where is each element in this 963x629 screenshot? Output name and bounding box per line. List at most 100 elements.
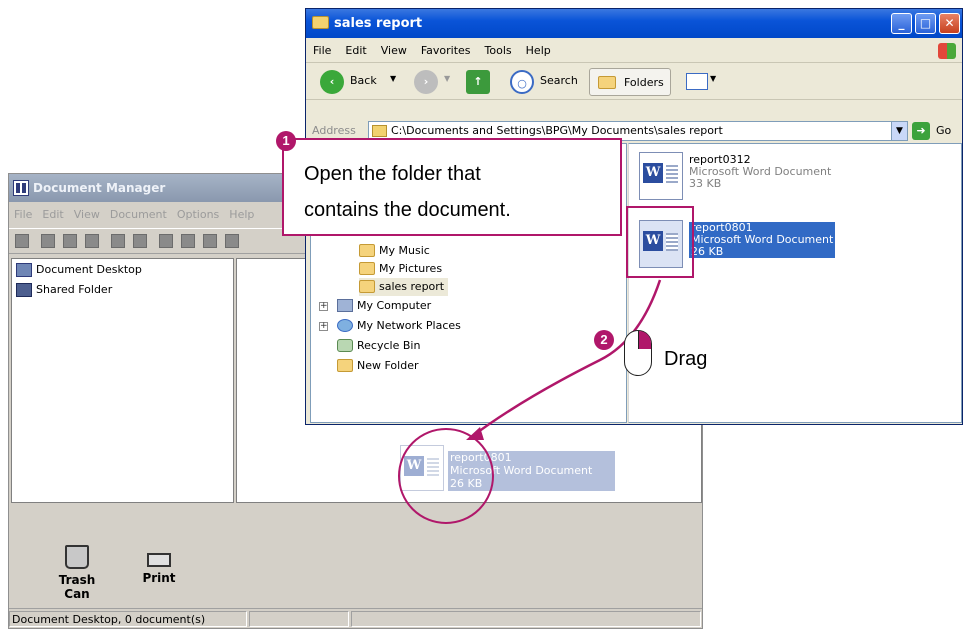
selected-file-highlight [626, 206, 694, 278]
status-segment [351, 611, 701, 627]
address-label: Address [312, 124, 356, 137]
step2-badge: 2 [594, 330, 614, 350]
new-folder-icon[interactable] [41, 234, 55, 248]
tree-item-new-folder[interactable]: New Folder [337, 357, 418, 375]
scan-icon[interactable] [111, 234, 125, 248]
search-icon[interactable]: ○ [510, 70, 534, 94]
dm-menu-help[interactable]: Help [224, 206, 259, 224]
views-dropdown-icon[interactable]: ▼ [710, 74, 716, 83]
explorer-title-bar[interactable]: sales report _ □ ✕ [306, 9, 962, 38]
step1-callout: Open the folder that contains the docume… [282, 138, 622, 236]
forward-dropdown-icon[interactable]: ▼ [444, 74, 450, 83]
print-icon[interactable] [133, 234, 147, 248]
back-button[interactable]: Back [350, 74, 377, 87]
tree-item-my-pictures[interactable]: My Pictures [359, 260, 442, 278]
tree-item-label: sales report [379, 280, 445, 293]
dm-status-bar: Document Desktop, 0 document(s) [9, 608, 702, 628]
tree-item-label: Recycle Bin [357, 339, 421, 352]
undo-icon[interactable] [159, 234, 173, 248]
drop-target-highlight [398, 428, 494, 524]
mouse-icon [624, 330, 652, 376]
explorer-file-list: report0312 Microsoft Word Document 33 KB… [628, 143, 962, 423]
trash-can-label: Trash Can [58, 573, 96, 601]
drag-label: Drag [664, 348, 708, 370]
step1-badge: 1 [276, 131, 296, 151]
tree-item-document-desktop[interactable]: Document Desktop [16, 261, 142, 279]
explorer-menu-bar: File Edit View Favorites Tools Help [306, 39, 962, 63]
tree-item-label: Shared Folder [36, 283, 113, 296]
menu-file[interactable]: File [306, 39, 338, 63]
dm-folder-tree: Document Desktop Shared Folder [11, 258, 234, 503]
menu-favorites[interactable]: Favorites [414, 39, 478, 63]
tree-item-recycle-bin[interactable]: Recycle Bin [337, 337, 420, 355]
step1-text: Open the folder that contains the docume… [304, 156, 511, 228]
folders-button[interactable]: Folders [589, 68, 671, 96]
dm-menu-file[interactable]: File [9, 206, 37, 224]
printer-icon [147, 553, 171, 567]
tree-item-label: My Network Places [357, 319, 461, 332]
paste-icon[interactable] [225, 234, 239, 248]
file-label: report0801 Microsoft Word Document 26 KB [689, 222, 836, 258]
music-folder-icon [359, 244, 375, 257]
file-label: report0312 Microsoft Word Document 33 KB [689, 154, 831, 190]
expand-network-icon[interactable]: + [319, 322, 328, 331]
explorer-toolbar: ‹ Back ▼ › ▼ ↑ ○ Search Folders ▼ [306, 64, 962, 100]
menu-help[interactable]: Help [519, 39, 558, 63]
tree-item-my-computer[interactable]: My Computer [337, 297, 431, 315]
folder-icon [337, 359, 353, 372]
file-item-report0312[interactable]: report0312 Microsoft Word Document 33 KB [639, 152, 879, 204]
folder-icon [372, 125, 387, 137]
network-icon [337, 319, 353, 332]
dm-bottom-panel: Trash Can Print [9, 507, 702, 607]
go-arrow-icon[interactable]: ➜ [912, 122, 930, 140]
tree-item-shared-folder[interactable]: Shared Folder [16, 281, 112, 299]
print-label: Print [142, 571, 176, 585]
file-size: 26 KB [691, 245, 724, 258]
folders-label: Folders [624, 76, 664, 89]
tree-item-label: My Music [379, 244, 430, 257]
close-button[interactable]: ✕ [939, 13, 960, 34]
word-document-icon [639, 152, 683, 200]
desktop-icon [16, 263, 32, 277]
open-icon[interactable] [63, 234, 77, 248]
print-button[interactable]: Print [129, 545, 189, 585]
dm-menu-edit[interactable]: Edit [37, 206, 68, 224]
file-size: 33 KB [689, 177, 722, 190]
step1-line1: Open the folder that [304, 163, 481, 185]
computer-icon [337, 299, 353, 312]
back-arrow-icon[interactable]: ‹ [320, 70, 344, 94]
dm-menu-view[interactable]: View [69, 206, 105, 224]
dm-menu-document[interactable]: Document [105, 206, 172, 224]
address-dropdown-icon[interactable]: ▼ [891, 122, 907, 140]
up-folder-icon[interactable]: ↑ [466, 70, 490, 94]
menu-view[interactable]: View [374, 39, 414, 63]
forward-arrow-icon[interactable]: › [414, 70, 438, 94]
go-button[interactable]: Go [936, 124, 951, 137]
trash-can-icon [65, 545, 89, 569]
menu-edit[interactable]: Edit [338, 39, 373, 63]
tree-item-my-network-places[interactable]: My Network Places [337, 317, 461, 335]
trash-can-button[interactable]: Trash Can [47, 545, 107, 601]
step1-line2: contains the document. [304, 199, 511, 221]
menu-tools[interactable]: Tools [478, 39, 519, 63]
tree-item-label: My Pictures [379, 262, 443, 275]
dm-title: Document Manager [33, 181, 166, 195]
views-icon[interactable] [686, 73, 708, 90]
folders-icon [598, 76, 616, 89]
maximize-button[interactable]: □ [915, 13, 936, 34]
copy-icon[interactable] [203, 234, 217, 248]
save-icon[interactable] [85, 234, 99, 248]
dm-menu-options[interactable]: Options [172, 206, 224, 224]
expand-my-computer-icon[interactable]: + [319, 302, 328, 311]
tree-item-label: My Computer [357, 299, 432, 312]
minimize-button[interactable]: _ [891, 13, 912, 34]
tree-item-label: Document Desktop [36, 263, 142, 276]
back-dropdown-icon[interactable]: ▼ [390, 74, 396, 83]
folder-icon [359, 280, 375, 293]
tree-item-label: New Folder [357, 359, 419, 372]
tree-item-my-music[interactable]: My Music [359, 242, 430, 260]
search-button[interactable]: Search [540, 74, 578, 87]
properties-icon[interactable] [15, 234, 29, 248]
cut-icon[interactable] [181, 234, 195, 248]
tree-item-sales-report[interactable]: sales report [359, 278, 449, 296]
